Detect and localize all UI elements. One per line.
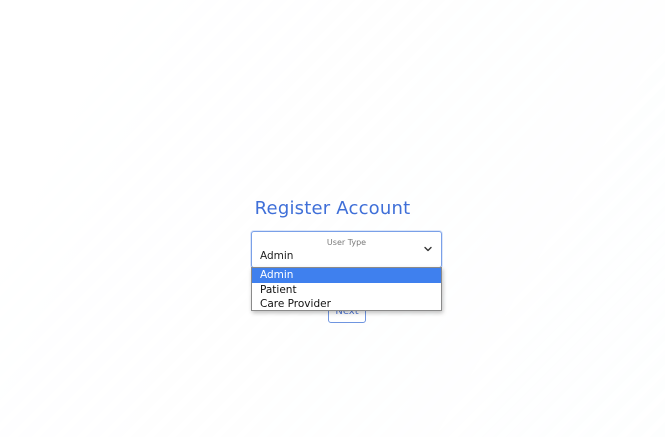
option-patient[interactable]: Patient bbox=[252, 283, 441, 298]
page-title: Register Account bbox=[254, 198, 411, 219]
user-type-value: Admin bbox=[260, 250, 294, 262]
user-type-label: User Type bbox=[326, 238, 367, 247]
option-admin[interactable]: Admin bbox=[252, 268, 441, 283]
user-type-dropdown-list: Admin Patient Care Provider bbox=[251, 267, 442, 311]
user-type-select[interactable]: User Type Admin bbox=[251, 231, 442, 268]
option-care-provider[interactable]: Care Provider bbox=[252, 297, 441, 312]
chevron-down-icon[interactable] bbox=[423, 244, 433, 254]
